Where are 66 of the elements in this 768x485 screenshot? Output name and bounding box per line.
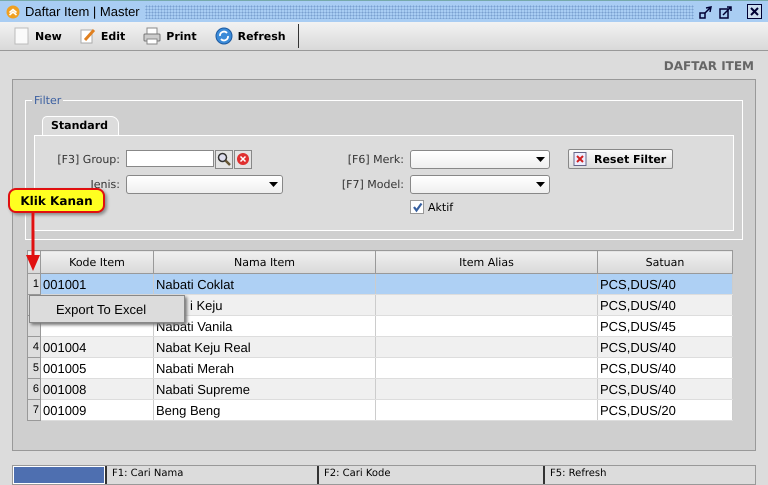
refresh-icon [214,27,233,45]
page-heading: DAFTAR ITEM [662,58,755,75]
row-number: 7 [32,404,39,416]
pencil-icon [80,27,96,45]
table-cell: Nabati Merah [156,360,234,376]
table-cell: PCS,DUS/40 [600,360,676,376]
row-number: 6 [32,383,39,395]
table-cell: Beng Beng [156,402,220,418]
field-label: [F6] Merk: [346,152,404,166]
field-label: Jenis: [90,178,120,191]
toolbar-button[interactable]: Refresh [204,27,294,45]
table-cell: 001005 [43,360,86,376]
search-button[interactable] [215,150,233,168]
check-icon [412,202,422,212]
column-header[interactable]: Kode Item [40,250,154,274]
callout-label: Klik Kanan [8,188,105,213]
caret-icon [269,182,278,187]
table-cell: 001001 [43,276,86,292]
field-label: [F3] Group: [56,152,120,166]
model-dropdown[interactable] [410,175,550,194]
jenis-dropdown[interactable] [126,175,283,194]
printer-icon [143,27,162,45]
reset-filter-button[interactable]: Reset Filter [568,149,674,169]
restore-icon[interactable] [699,4,713,18]
table-cell: PCS,DUS/45 [600,318,676,334]
merk-dropdown[interactable] [410,150,550,168]
maximize-icon[interactable] [719,4,733,18]
blank-page-icon [14,27,30,45]
close-icon[interactable] [747,4,762,19]
status-text: F2: Cari Kode [317,466,543,484]
table-cell: Nabat Keju Real [156,340,251,354]
arrow-icon [26,213,40,271]
table-cell: 001009 [43,402,86,418]
table-cell: PCS,DUS/40 [600,382,676,396]
toolbar-button[interactable]: Edit [70,27,134,45]
status-text: F5: Refresh [543,466,755,484]
table-cell: i Keju [190,298,223,312]
table-cell: PCS,DUS/20 [600,402,676,418]
table-cell: Nabati Supreme [156,382,250,396]
row-number: 4 [32,341,39,353]
table-cell: 001004 [43,340,86,354]
row-number: 1 [32,278,39,290]
filter-title: Filter [32,94,64,107]
group-field[interactable] [126,150,214,166]
delete-icon [573,152,589,166]
table-cell: Nabati Coklat [156,276,234,292]
table-cell: Nabati Vanila [156,318,232,334]
app-icon [6,4,20,18]
row-number: 5 [32,362,39,374]
field-label: [F7] Model: [340,178,404,191]
caret-icon [536,182,545,187]
toolbar-button[interactable]: Print [133,27,205,45]
filter-tab[interactable]: Standard [42,116,120,135]
window-title: Daftar Item | Master [25,4,140,19]
table-cell: PCS,DUS/40 [600,340,676,354]
status-text: F1: Cari Nama [105,466,317,484]
toolbar-button[interactable]: New [4,27,70,45]
clear-button[interactable] [234,150,252,168]
column-header[interactable]: Item Alias [376,250,598,274]
caret-icon [536,156,545,162]
table-cell: PCS,DUS/40 [600,298,676,312]
table-cell: PCS,DUS/40 [600,276,676,292]
table-cell: 001008 [43,382,86,396]
column-header[interactable]: Satuan [598,250,732,274]
column-header[interactable]: Nama Item [154,250,376,274]
aktif-checkbox[interactable]: Aktif [410,200,550,214]
